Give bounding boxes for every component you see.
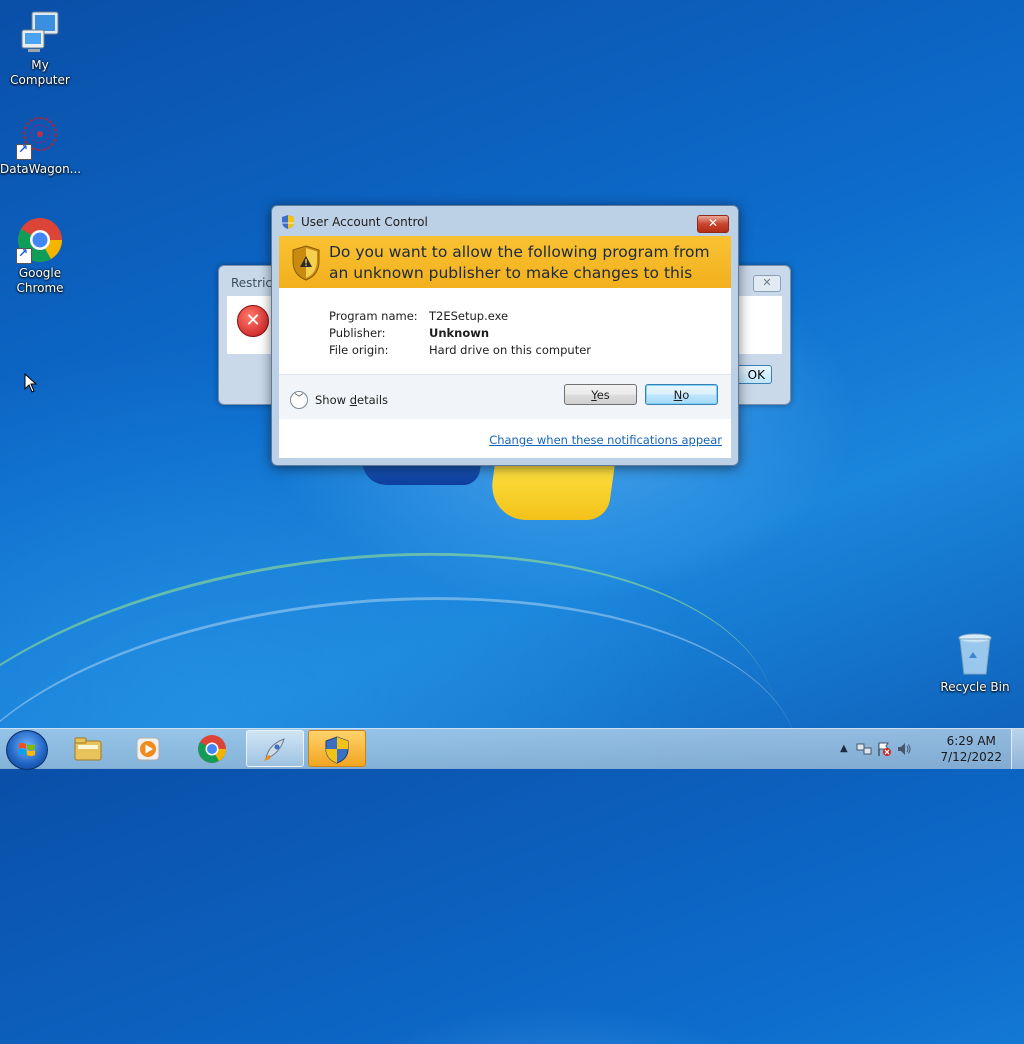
chrome-icon [198, 735, 226, 763]
desktop-icon-label: DataWagon... [0, 162, 82, 176]
no-accel: N [673, 388, 683, 402]
clock-time: 6:29 AM [946, 734, 996, 748]
desktop-icon-my-computer[interactable]: My Computer [0, 8, 80, 88]
error-icon: ✕ [237, 305, 269, 337]
show-details-accel: d [349, 393, 357, 407]
taskbar: ▲ 6:29 AM 7/12/2022 [0, 728, 1024, 770]
chevron-down-icon: ﹀ [290, 391, 308, 409]
setup-rocket-icon [264, 738, 285, 761]
detail-value: T2ESetup.exe [429, 309, 509, 323]
show-details-text: Show [315, 393, 350, 407]
restricted-close-button[interactable]: ✕ [753, 275, 781, 292]
taskbar-uac[interactable] [308, 730, 366, 767]
uac-body: Program name: T2ESetup.exe Publisher: Un… [279, 288, 731, 458]
detail-value: Hard drive on this computer [429, 343, 592, 357]
detail-row-file-origin: File origin: Hard drive on this computer [329, 342, 591, 359]
shortcut-arrow-icon [16, 246, 32, 264]
uac-title: User Account Control [301, 215, 428, 229]
uac-banner: Do you want to allow the following progr… [279, 236, 731, 303]
clock-date: 7/12/2022 [940, 750, 1002, 764]
show-desktop-button[interactable] [1011, 729, 1024, 769]
show-details-text: etails [357, 393, 389, 407]
volume-icon[interactable] [896, 741, 912, 761]
detail-key: Program name: [329, 309, 418, 323]
detail-value: Unknown [429, 326, 490, 340]
shortcut-arrow-icon [16, 142, 32, 160]
taskbar-file-explorer[interactable] [60, 730, 118, 767]
desktop-icon-datawagon[interactable]: DataWagon... [0, 112, 82, 177]
datawagon-icon [16, 112, 64, 160]
system-tray: ▲ 6:29 AM 7/12/2022 [834, 729, 1024, 769]
action-center-flag-icon[interactable] [876, 741, 892, 761]
chevron-up-icon[interactable]: ▲ [840, 743, 848, 754]
taskbar-setup-app[interactable] [246, 730, 304, 767]
uac-shield-icon [325, 736, 349, 764]
warning-shield-icon [292, 245, 320, 281]
clock[interactable]: 6:29 AM 7/12/2022 [940, 733, 1002, 765]
detail-row-publisher: Publisher: Unknown [329, 325, 591, 342]
yes-button[interactable]: Yes [564, 384, 637, 405]
computer-icon [16, 8, 64, 56]
network-icon[interactable] [856, 741, 872, 761]
restricted-dialog-title: Restricti [231, 276, 271, 290]
recycle-bin-icon [951, 630, 999, 678]
taskbar-media-player[interactable] [120, 730, 178, 767]
no-label: o [682, 388, 690, 402]
desktop-icon-google-chrome[interactable]: Google Chrome [0, 216, 80, 296]
change-notifications-link[interactable]: Change when these notifications appear [489, 433, 722, 447]
start-button[interactable] [6, 730, 48, 770]
yes-label: es [596, 388, 610, 402]
uac-shield-icon [282, 215, 294, 229]
uac-details: Program name: T2ESetup.exe Publisher: Un… [329, 308, 591, 359]
uac-titlebar: User Account Control ✕ [272, 206, 738, 236]
taskbar-chrome[interactable] [184, 730, 242, 767]
no-button[interactable]: No [645, 384, 718, 405]
detail-row-program-name: Program name: T2ESetup.exe [329, 308, 591, 325]
uac-close-button[interactable]: ✕ [697, 215, 729, 233]
desktop-icon-label: Google Chrome [16, 266, 64, 295]
uac-dialog: User Account Control ✕ Do you want to al… [271, 205, 739, 466]
show-details-toggle[interactable]: ﹀ Show details [290, 391, 388, 409]
show-details-label: Show details [315, 393, 388, 407]
detail-key: File origin: [329, 343, 389, 357]
desktop-icon-recycle-bin[interactable]: Recycle Bin [935, 630, 1015, 695]
uac-button-area: ﹀ Show details Yes No [279, 375, 731, 419]
chrome-icon [16, 216, 64, 264]
mouse-cursor-icon [24, 373, 38, 393]
media-player-icon [136, 737, 160, 761]
desktop-icon-label: Recycle Bin [940, 680, 1010, 694]
file-explorer-icon [74, 737, 102, 761]
detail-key: Publisher: [329, 326, 386, 340]
desktop-icon-label: My Computer [10, 58, 70, 87]
windows-logo-icon [19, 743, 35, 756]
